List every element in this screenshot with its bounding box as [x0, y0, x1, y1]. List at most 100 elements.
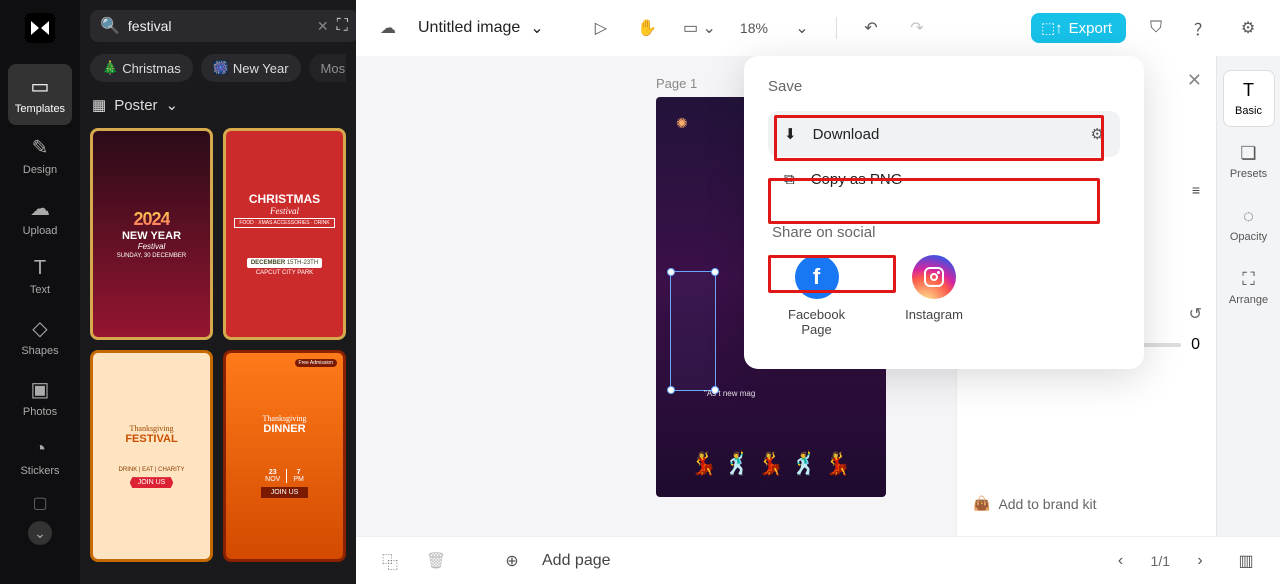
photos-icon: ▣	[31, 377, 50, 402]
firework-icon: ✺	[676, 115, 688, 132]
arrange-icon: ⛶	[1242, 269, 1255, 290]
rail-label: Photos	[23, 406, 57, 418]
page-indicator: 1/1	[1151, 553, 1170, 569]
design-icon: ✎	[32, 135, 49, 160]
basic-icon: T	[1243, 80, 1254, 101]
crop-tool[interactable]: ▭ ⌄	[677, 12, 722, 44]
zoom-chevron[interactable]: ⌄	[786, 12, 818, 44]
chevron-down-icon: ⌄	[166, 96, 179, 114]
people-graphic: 💃 🕺 💃 🕺 💃	[656, 451, 886, 477]
rail-label: Templates	[15, 103, 65, 115]
template-thumb[interactable]: Thanksgiving DINNER Free Admission 23NOV…	[223, 350, 346, 562]
rail-label: Upload	[23, 225, 58, 237]
app-logo[interactable]	[20, 8, 60, 48]
stickers-icon: ◔	[34, 438, 46, 461]
text-icon: T	[34, 257, 46, 280]
share-instagram[interactable]: Instagram	[905, 255, 963, 337]
rr-arrange[interactable]: ⛶Arrange	[1223, 259, 1275, 316]
settings-icon[interactable]: ⚙	[1232, 12, 1264, 44]
prev-page-icon[interactable]: ‹	[1105, 545, 1137, 577]
tag-chips: 🎄Christmas 🎆New Year Mos	[90, 54, 346, 82]
left-rail: ▭ Templates ✎ Design ☁ Upload T Text ◇ Shape…	[0, 0, 80, 584]
chip-christmas[interactable]: 🎄Christmas	[90, 54, 193, 82]
shield-icon[interactable]: ⛉	[1140, 12, 1172, 44]
grid-icon: ▦	[92, 96, 106, 114]
chip-label: Christmas	[122, 61, 181, 76]
selection-box[interactable]	[670, 271, 716, 391]
undo-button[interactable]: ↶	[855, 12, 887, 44]
pages-overview-icon[interactable]: ▥	[1230, 545, 1262, 577]
annotation-highlight	[768, 255, 896, 293]
category-selector[interactable]: ▦ Poster ⌄	[90, 92, 346, 118]
rail-label: Design	[23, 164, 57, 176]
export-icon: ⬚↑	[1041, 19, 1063, 37]
presets-icon: ❏	[1240, 143, 1256, 164]
chip-label: New Year	[233, 61, 289, 76]
annotation-highlight	[768, 178, 1100, 224]
rail-label: Stickers	[20, 465, 59, 477]
chip-more[interactable]: Mos	[309, 54, 346, 82]
rr-opacity[interactable]: ◌Opacity	[1223, 196, 1275, 253]
rail-text[interactable]: T Text	[8, 247, 72, 306]
add-page-button[interactable]: Add page	[542, 552, 611, 570]
rail-shapes[interactable]: ◇ Shapes	[8, 306, 72, 367]
reset-icon[interactable]: ↺	[1189, 304, 1202, 324]
rail-label: Shapes	[21, 345, 58, 357]
template-panel: 🔍 ✕ ⛶ ⚲ 🎄Christmas 🎆New Year Mos ▦ Poste…	[80, 0, 356, 584]
rr-presets[interactable]: ❏Presets	[1223, 133, 1275, 190]
rail-more[interactable]: ⌄	[28, 521, 52, 545]
frame-icon[interactable]: ▢	[32, 493, 47, 513]
search-input[interactable]	[128, 18, 309, 34]
add-brand-kit[interactable]: 👜 Add to brand kit	[973, 487, 1200, 520]
duplicate-page-icon[interactable]: ⿻	[374, 545, 406, 577]
rail-stickers[interactable]: ◔ Stickers	[8, 428, 72, 487]
brand-kit-label: Add to brand kit	[998, 496, 1096, 512]
help-icon[interactable]: ？	[1186, 12, 1218, 44]
add-page-icon: ⊕	[496, 545, 528, 577]
brand-kit-icon: 👜	[973, 495, 990, 512]
zoom-level[interactable]: 18%	[736, 20, 772, 36]
bottom-bar: ⿻ 🗑 ⊕ Add page ‹ 1/1 › ▥	[356, 536, 1280, 584]
opacity-icon: ◌	[1243, 206, 1254, 227]
popup-save-title: Save	[768, 78, 1120, 95]
chevron-down-icon: ⌄	[530, 18, 543, 38]
social-label: Instagram	[905, 307, 963, 322]
rail-label: Text	[30, 284, 50, 296]
clear-search-icon[interactable]: ✕	[317, 18, 329, 35]
rail-templates[interactable]: ▭ Templates	[8, 64, 72, 125]
close-panel-icon[interactable]: ✕	[1187, 70, 1202, 91]
search-row: 🔍 ✕ ⛶ ⚲	[90, 8, 346, 44]
template-thumb[interactable]: Thanksgiving FESTIVAL DRINK | EAT | CHAR…	[90, 350, 213, 562]
shapes-icon: ◇	[32, 316, 47, 341]
upload-icon: ☁	[30, 196, 50, 221]
templates-icon: ▭	[31, 74, 50, 99]
chip-new-year[interactable]: 🎆New Year	[201, 54, 301, 82]
search-box[interactable]: 🔍 ✕ ⛶	[90, 10, 358, 42]
rail-design[interactable]: ✎ Design	[8, 125, 72, 186]
redo-button[interactable]: ↷	[901, 12, 933, 44]
export-button[interactable]: ⬚↑ Export	[1031, 13, 1126, 43]
word-spacing-value[interactable]: 0	[1191, 336, 1200, 354]
template-thumb[interactable]: 2024 NEW YEARFestival SUNDAY, 30 DECEMBE…	[90, 128, 213, 340]
template-grid: 2024 NEW YEARFestival SUNDAY, 30 DECEMBE…	[90, 128, 346, 562]
template-thumb[interactable]: CHRISTMASFestival FOOD · XMAS ACCESSORIE…	[223, 128, 346, 340]
search-icon: 🔍	[100, 16, 120, 36]
doc-title[interactable]: Untitled image ⌄	[418, 18, 544, 38]
cloud-sync-icon[interactable]: ☁	[372, 12, 404, 44]
scan-icon[interactable]: ⛶	[337, 17, 348, 35]
rail-upload[interactable]: ☁ Upload	[8, 186, 72, 247]
instagram-icon	[912, 255, 956, 299]
rr-basic[interactable]: TBasic	[1223, 70, 1275, 127]
rail-photos[interactable]: ▣ Photos	[8, 367, 72, 428]
annotation-highlight	[774, 115, 1104, 161]
category-label: Poster	[114, 97, 157, 114]
hand-tool[interactable]: ✋	[631, 12, 663, 44]
cursor-tool[interactable]: ▷	[585, 12, 617, 44]
delete-page-icon[interactable]: 🗑	[420, 545, 452, 577]
canvas-text[interactable]: "As t new mag	[704, 389, 755, 399]
next-page-icon[interactable]: ›	[1184, 545, 1216, 577]
align-icon[interactable]: ≡	[1192, 182, 1200, 198]
export-label: Export	[1069, 20, 1112, 37]
doc-title-text: Untitled image	[418, 19, 520, 37]
chip-label: Mos	[321, 61, 346, 76]
